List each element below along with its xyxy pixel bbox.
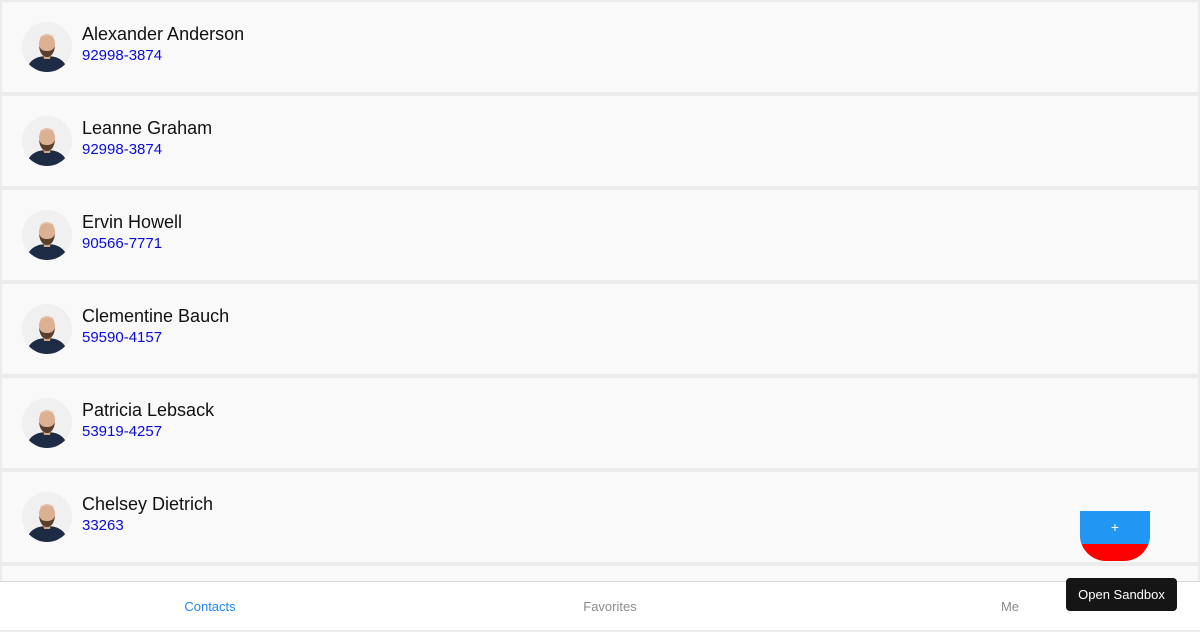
contact-card[interactable]: Chelsey Dietrich 33263 [2,472,1198,562]
avatar [22,210,72,260]
contact-card[interactable]: Alexander Anderson 92998-3874 [2,2,1198,92]
contact-phone-link[interactable]: 92998-3874 [82,47,162,64]
avatar [22,304,72,354]
avatar [22,116,72,166]
contact-name: Patricia Lebsack [82,400,215,420]
contact-name: Ervin Howell [82,212,183,232]
contact-phone-link[interactable]: 53919-4257 [82,423,162,440]
bottom-navigation: Contacts Favorites Me [0,581,1200,630]
contact-name: Chelsey Dietrich [82,494,214,514]
open-sandbox-button[interactable]: Open Sandbox [1066,578,1177,611]
contact-list[interactable]: Alexander Anderson 92998-3874 Leanne Gra… [0,0,1200,581]
contact-card[interactable]: Clementine Bauch 59590-4157 [2,284,1198,374]
contact-phone-link[interactable]: 33263 [82,517,124,534]
contact-card[interactable]: Patricia Lebsack 53919-4257 [2,378,1198,468]
avatar [22,22,72,72]
tab-favorites[interactable]: Favorites [410,582,810,630]
avatar [22,492,72,542]
contact-name: Leanne Graham [82,118,213,138]
plus-icon: + [1080,511,1150,544]
contact-phone-link[interactable]: 59590-4157 [82,329,162,346]
contact-phone-link[interactable]: 92998-3874 [82,141,162,158]
contact-name: Clementine Bauch [82,306,230,326]
contact-card-partial[interactable] [2,566,1198,581]
avatar [22,398,72,448]
add-contact-button[interactable]: + [1080,511,1150,561]
tab-contacts[interactable]: Contacts [10,582,410,630]
contact-phone-link[interactable]: 90566-7771 [82,235,162,252]
contact-name: Alexander Anderson [82,24,245,44]
contact-card[interactable]: Ervin Howell 90566-7771 [2,190,1198,280]
contact-card[interactable]: Leanne Graham 92998-3874 [2,96,1198,186]
